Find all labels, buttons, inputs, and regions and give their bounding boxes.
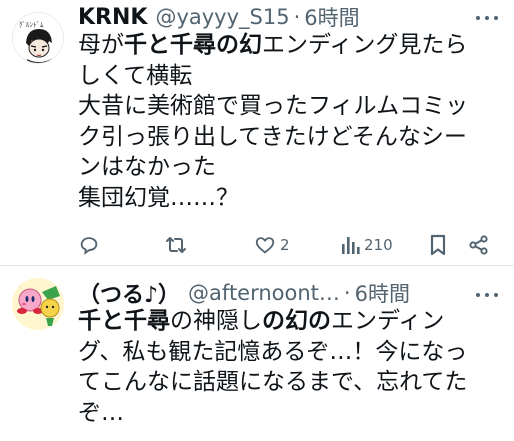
text-line: 千と千尋の神隠しの幻のエンディン xyxy=(78,306,504,337)
action-bar: 2 210 xyxy=(78,232,500,258)
avatar[interactable]: ★ xyxy=(12,278,64,330)
views-count: 210 xyxy=(364,236,393,254)
text-segment: 母が xyxy=(78,32,124,58)
heart-icon xyxy=(255,237,275,254)
tweet-tsuru[interactable]: ★ （つる♪） @afternoont… · 6時間 千と千尋の神隠しの幻のエン… xyxy=(0,267,514,441)
user-handle[interactable]: @afternoont… xyxy=(188,281,340,305)
reply-button[interactable] xyxy=(78,232,104,258)
more-dots-icon[interactable] xyxy=(476,284,498,306)
display-name[interactable]: （つる♪） xyxy=(78,278,180,308)
display-name[interactable]: KRNK xyxy=(78,5,147,30)
text-line: ぞ… xyxy=(78,399,124,426)
separator-dot: · xyxy=(293,5,301,29)
reply-icon xyxy=(80,237,98,255)
text-segment-bold: の幻の xyxy=(262,308,331,334)
text-segment: エンディン xyxy=(331,308,445,334)
separator-dot: · xyxy=(343,281,351,305)
bookmark-button[interactable] xyxy=(428,232,448,258)
tweet-text: 千と千尋の神隠しの幻のエンディン グ、私も観た記憶あるぞ…！今になっ てこんなに… xyxy=(78,306,504,428)
timestamp[interactable]: 6時間 xyxy=(304,2,359,32)
text-segment: の神隠し xyxy=(170,308,262,334)
text-line: ク引っ張り出してきたけどそんなシー xyxy=(78,123,467,150)
like-button[interactable]: 2 xyxy=(254,232,290,258)
retweet-button[interactable] xyxy=(164,232,192,258)
timestamp[interactable]: 6時間 xyxy=(355,278,410,308)
svg-text:ｸﾞﾙﾝﾄﾞﾑ: ｸﾞﾙﾝﾄﾞﾑ xyxy=(19,21,44,29)
views-button[interactable]: 210 xyxy=(340,232,393,258)
retweet-icon xyxy=(166,237,186,253)
text-line: てこんなに話題になるまで、忘れてた xyxy=(78,369,468,395)
share-icon xyxy=(469,235,488,255)
text-line: 集団幻覚……？ xyxy=(78,184,239,211)
text-segment-bold: 千と千尋の幻 xyxy=(124,32,262,58)
text-segment: エンディング見たら xyxy=(262,32,468,58)
text-line: グ、私も観た記憶あるぞ…！今になっ xyxy=(78,338,468,365)
like-count: 2 xyxy=(280,236,290,254)
timeline-feed: ｸﾞﾙﾝﾄﾞﾑ KRNK @yayyy_S15 · 6時間 母が千と千尋の幻エン… xyxy=(0,0,514,441)
share-button[interactable] xyxy=(468,232,490,258)
svg-text:★: ★ xyxy=(16,282,21,289)
text-line: しくて横転 xyxy=(78,62,193,89)
tweet-krnk[interactable]: ｸﾞﾙﾝﾄﾞﾑ KRNK @yayyy_S15 · 6時間 母が千と千尋の幻エン… xyxy=(0,0,514,266)
views-icon xyxy=(342,237,360,254)
more-dots-icon[interactable] xyxy=(476,7,498,29)
user-handle[interactable]: @yayyy_S15 xyxy=(155,5,289,29)
tweet-text: 母が千と千尋の幻エンディング見たら しくて横転 大昔に美術館で買ったフィルムコミ… xyxy=(78,30,504,213)
text-segment-bold: 千と千尋 xyxy=(78,308,170,334)
bookmark-icon xyxy=(430,234,446,256)
tweet-header: KRNK @yayyy_S15 · 6時間 xyxy=(78,2,468,32)
text-line: ンはなかった xyxy=(78,154,216,180)
text-line: 母が千と千尋の幻エンディング見たら xyxy=(78,30,504,61)
avatar[interactable]: ｸﾞﾙﾝﾄﾞﾑ xyxy=(12,12,64,64)
tweet-header: （つる♪） @afternoont… · 6時間 xyxy=(78,278,468,308)
text-line: 大昔に美術館で買ったフィルムコミッ xyxy=(78,93,469,119)
